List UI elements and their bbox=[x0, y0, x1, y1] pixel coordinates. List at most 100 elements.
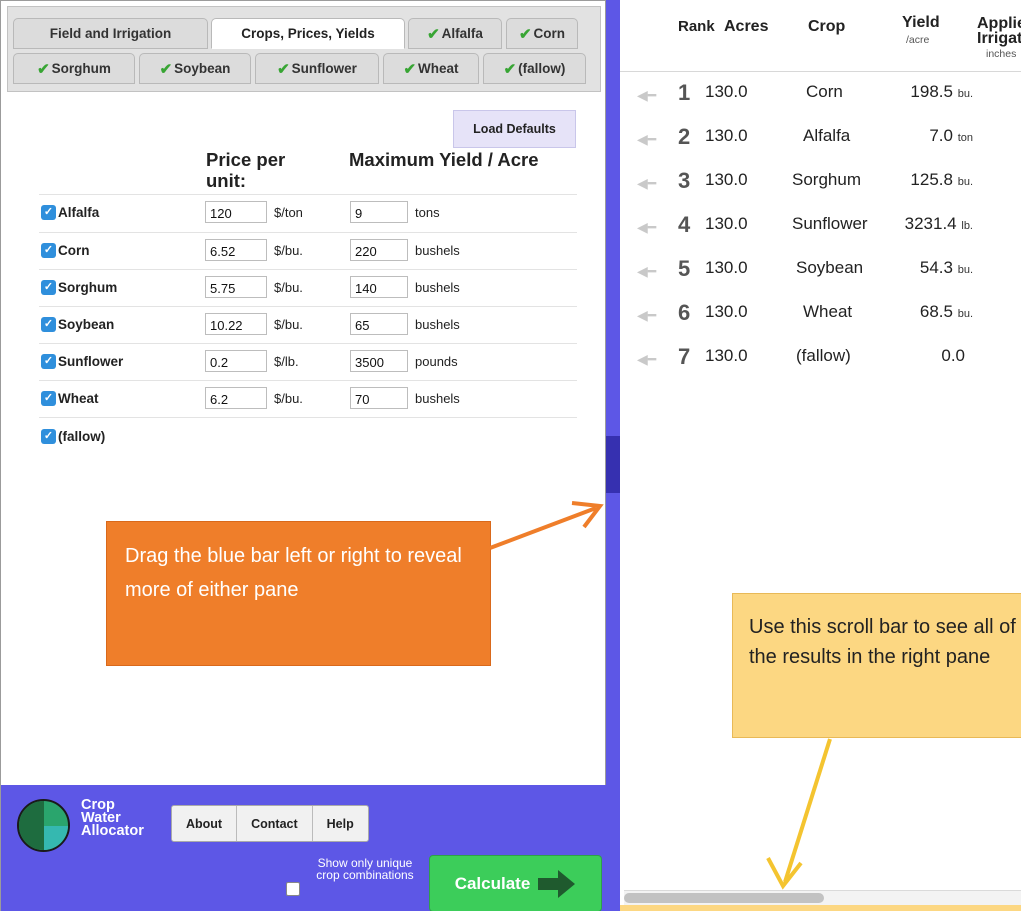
left-arrow-icon[interactable]: ◀━ bbox=[637, 351, 656, 368]
max-yield-input[interactable] bbox=[350, 350, 408, 372]
tab-label: Alfalfa bbox=[441, 26, 483, 41]
result-row[interactable]: ◀━ 2 130.0 Alfalfa 7.0 ton bbox=[620, 117, 1021, 161]
crop-checkbox[interactable]: ✓ bbox=[41, 391, 56, 406]
divider bbox=[39, 417, 577, 418]
left-arrow-icon[interactable]: ◀━ bbox=[637, 131, 656, 148]
crop-name: Sunflower bbox=[58, 354, 124, 369]
left-arrow-icon[interactable]: ◀━ bbox=[637, 219, 656, 236]
price-input[interactable] bbox=[205, 313, 267, 335]
tab-label: (fallow) bbox=[518, 61, 566, 76]
check-icon: ✔ bbox=[277, 60, 290, 78]
crop-checkbox[interactable]: ✓ bbox=[41, 354, 56, 369]
result-acres: 130.0 bbox=[705, 82, 748, 101]
crop-name: (fallow) bbox=[58, 429, 106, 444]
splitter-handle[interactable] bbox=[606, 436, 620, 493]
result-rank: 7 bbox=[678, 344, 691, 369]
crop-checkbox[interactable]: ✓ bbox=[41, 429, 56, 444]
result-yield-value: 68.5 bbox=[919, 302, 953, 321]
help-button[interactable]: Help bbox=[313, 806, 368, 841]
calculate-button[interactable]: Calculate bbox=[429, 855, 602, 911]
left-arrow-icon[interactable]: ◀━ bbox=[637, 87, 656, 104]
left-arrow-icon[interactable]: ◀━ bbox=[637, 263, 656, 280]
tab-field-and-irrigation[interactable]: Field and Irrigation bbox=[13, 18, 208, 49]
max-yield-input[interactable] bbox=[350, 387, 408, 409]
tab-wheat[interactable]: ✔ Wheat bbox=[383, 53, 479, 84]
result-yield-unit: bu. bbox=[957, 176, 973, 188]
max-yield-input[interactable] bbox=[350, 201, 408, 223]
tab-sunflower[interactable]: ✔ Sunflower bbox=[255, 53, 379, 84]
tab-fallow[interactable]: ✔ (fallow) bbox=[483, 53, 586, 84]
crop-row-wheat: ✓ Wheat $/bu. bushels bbox=[39, 381, 577, 418]
price-input[interactable] bbox=[205, 387, 267, 409]
max-yield-input[interactable] bbox=[350, 276, 408, 298]
result-row[interactable]: ◀━ 1 130.0 Corn 198.5 bu. bbox=[620, 73, 1021, 117]
result-acres: 130.0 bbox=[705, 346, 748, 365]
max-yield-input[interactable] bbox=[350, 239, 408, 261]
price-unit: $/ton bbox=[274, 205, 303, 220]
crop-name: Sorghum bbox=[58, 280, 118, 295]
result-acres: 130.0 bbox=[705, 214, 748, 233]
yield-unit: bushels bbox=[415, 280, 460, 295]
result-yield: 3231.4 lb. bbox=[873, 214, 973, 234]
left-arrow-icon[interactable]: ◀━ bbox=[637, 307, 656, 324]
tab-alfalfa[interactable]: ✔ Alfalfa bbox=[408, 18, 502, 49]
load-defaults-button[interactable]: Load Defaults bbox=[453, 110, 576, 148]
price-input[interactable] bbox=[205, 201, 267, 223]
tab-soybean[interactable]: ✔ Soybean bbox=[139, 53, 251, 84]
callout-strip bbox=[620, 905, 1021, 911]
about-button[interactable]: About bbox=[172, 806, 238, 841]
crop-checkbox[interactable]: ✓ bbox=[41, 317, 56, 332]
check-icon: ✔ bbox=[427, 25, 440, 43]
tab-label: Soybean bbox=[174, 61, 231, 76]
crop-row-sorghum: ✓ Sorghum $/bu. bushels bbox=[39, 270, 577, 307]
price-column-header: Price per unit: bbox=[206, 149, 286, 191]
yield-unit: bushels bbox=[415, 317, 460, 332]
result-row[interactable]: ◀━ 5 130.0 Soybean 54.3 bu. bbox=[620, 249, 1021, 293]
result-acres: 130.0 bbox=[705, 258, 748, 277]
crop-row-corn: ✓ Corn $/bu. bushels bbox=[39, 233, 577, 270]
acres-header: Acres bbox=[724, 18, 769, 35]
result-yield-value: 3231.4 bbox=[904, 214, 957, 233]
unique-combinations-checkbox[interactable] bbox=[286, 882, 300, 896]
crop-checkbox[interactable]: ✓ bbox=[41, 205, 56, 220]
app-window: Field and Irrigation Crops, Prices, Yiel… bbox=[0, 0, 1021, 911]
left-arrow-icon[interactable]: ◀━ bbox=[637, 175, 656, 192]
tab-bar: Field and Irrigation Crops, Prices, Yiel… bbox=[7, 6, 601, 92]
crop-checkbox[interactable]: ✓ bbox=[41, 280, 56, 295]
rank-header: Rank bbox=[678, 18, 715, 35]
result-row[interactable]: ◀━ 7 130.0 (fallow) 0.0 bbox=[620, 337, 1021, 381]
price-input[interactable] bbox=[205, 350, 267, 372]
yield-unit: bushels bbox=[415, 391, 460, 406]
price-input[interactable] bbox=[205, 239, 267, 261]
result-yield-unit: bu. bbox=[957, 264, 973, 276]
result-rank: 4 bbox=[678, 212, 691, 237]
tab-sorghum[interactable]: ✔ Sorghum bbox=[13, 53, 135, 84]
crop-row-alfalfa: ✓ Alfalfa $/ton tons bbox=[39, 195, 577, 232]
tab-label: Sunflower bbox=[291, 61, 357, 76]
tab-label: Corn bbox=[533, 26, 566, 41]
yield-unit: tons bbox=[415, 205, 440, 220]
check-icon: ✔ bbox=[37, 60, 50, 78]
result-rank: 6 bbox=[678, 300, 691, 325]
tab-corn[interactable]: ✔ Corn bbox=[506, 18, 578, 49]
result-rank: 1 bbox=[678, 80, 691, 105]
result-acres: 130.0 bbox=[705, 170, 748, 189]
input-pane: Field and Irrigation Crops, Prices, Yiel… bbox=[0, 0, 607, 911]
result-row[interactable]: ◀━ 3 130.0 Sorghum 125.8 bu. bbox=[620, 161, 1021, 205]
tab-label: Crops, Prices, Yields bbox=[241, 26, 375, 41]
price-unit: $/bu. bbox=[274, 391, 303, 406]
yield-subheader: /acre bbox=[906, 34, 930, 46]
check-icon: ✔ bbox=[403, 60, 417, 78]
check-icon: ✔ bbox=[503, 60, 517, 78]
tab-crops-prices-yields[interactable]: Crops, Prices, Yields bbox=[211, 18, 405, 49]
horizontal-scrollbar-thumb[interactable] bbox=[624, 893, 824, 903]
price-unit: $/bu. bbox=[274, 243, 303, 258]
result-yield: 125.8 bu. bbox=[873, 170, 973, 190]
result-row[interactable]: ◀━ 4 130.0 Sunflower 3231.4 lb. bbox=[620, 205, 1021, 249]
contact-button[interactable]: Contact bbox=[237, 806, 313, 841]
max-yield-input[interactable] bbox=[350, 313, 408, 335]
crop-header: Crop bbox=[808, 18, 846, 35]
result-row[interactable]: ◀━ 6 130.0 Wheat 68.5 bu. bbox=[620, 293, 1021, 337]
price-input[interactable] bbox=[205, 276, 267, 298]
crop-checkbox[interactable]: ✓ bbox=[41, 243, 56, 258]
